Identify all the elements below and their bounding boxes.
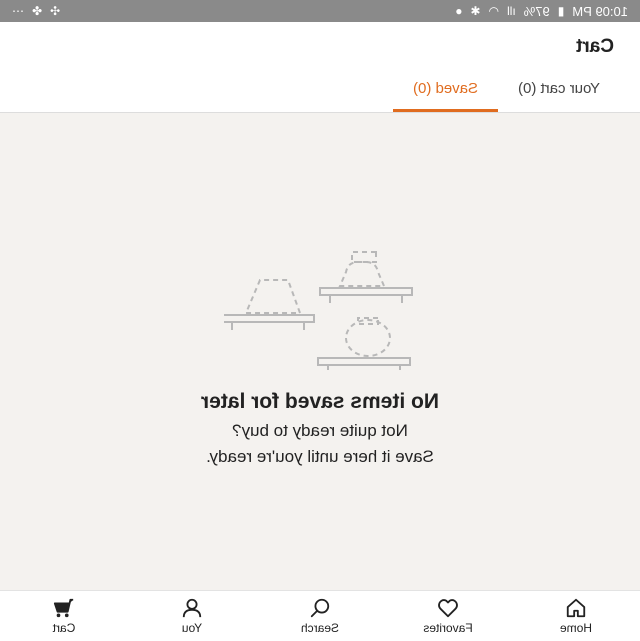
status-bar-right: ✣ ✤ ⋯ <box>12 4 61 18</box>
main-content: No items saved for later Not quite ready… <box>0 113 640 590</box>
empty-state-line-1: Not quite ready to buy? <box>232 421 408 440</box>
nav-home-label: Home <box>560 621 593 635</box>
cart-icon <box>53 598 74 618</box>
tab-saved[interactable]: Saved (0) <box>393 80 498 112</box>
battery-icon: ▮ <box>557 4 565 18</box>
nav-you-label: You <box>181 621 203 635</box>
nav-home[interactable]: Home <box>512 591 640 641</box>
location-icon: ● <box>455 4 463 18</box>
nav-cart-label: Cart <box>52 621 76 635</box>
bluetooth-icon: ✱ <box>470 4 481 18</box>
empty-shelves-illustration <box>224 251 413 370</box>
nav-cart[interactable]: Cart <box>0 591 128 641</box>
status-bar: 10:09 PM ▮ 97% ıll ◠ ✱ ● ✣ ✤ ⋯ <box>0 0 640 22</box>
cart-tabs: Your cart (0) Saved (0) <box>393 80 620 112</box>
nav-favorites[interactable]: Favorites <box>384 591 512 641</box>
signal-icon: ıll <box>507 4 516 18</box>
fan-icon: ✣ <box>50 4 61 18</box>
page-title: Cart <box>575 36 614 57</box>
search-icon <box>310 598 330 618</box>
empty-state-title: No items saved for later <box>200 390 440 413</box>
tab-your-cart[interactable]: Your cart (0) <box>498 80 620 112</box>
more-icon: ⋯ <box>12 4 24 18</box>
clock: 10:09 PM <box>572 3 628 19</box>
status-bar-left: 10:09 PM ▮ 97% ıll ◠ ✱ ● <box>455 4 628 19</box>
header: Cart Your cart (0) Saved (0) <box>0 22 640 113</box>
nav-you[interactable]: You <box>128 591 256 641</box>
wifi-icon: ◠ <box>488 4 500 18</box>
heart-icon <box>438 599 458 618</box>
person-icon <box>182 598 202 618</box>
battery-level: 97% <box>523 3 550 19</box>
nav-search-label: Search <box>300 621 340 635</box>
home-icon <box>566 598 586 618</box>
app-frame: 10:09 PM ▮ 97% ıll ◠ ✱ ● ✣ ✤ ⋯ Cart Your… <box>0 0 640 641</box>
nav-search[interactable]: Search <box>256 591 384 641</box>
empty-state-line-2: Save it here until you're ready. <box>206 447 434 466</box>
nav-favorites-label: Favorites <box>423 621 473 635</box>
bottom-nav: Home Favorites Search You Cart <box>0 590 640 641</box>
blades-icon: ✤ <box>32 4 43 18</box>
